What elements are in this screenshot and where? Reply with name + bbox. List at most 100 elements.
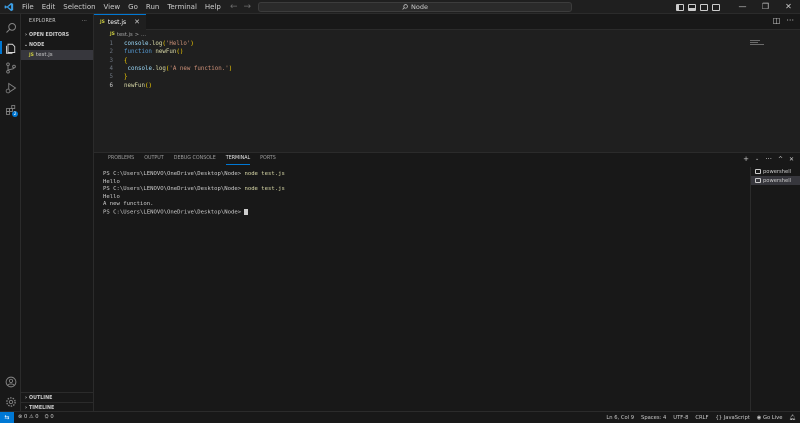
command-center-search[interactable]: Node <box>258 2 572 12</box>
panel-tabs: PROBLEMS OUTPUT DEBUG CONSOLE TERMINAL PORTS <box>94 153 800 165</box>
terminal-output[interactable]: PS C:\Users\LENOVO\OneDrive\Desktop\Node… <box>103 171 285 217</box>
code-line[interactable]: 6 newFun() <box>94 81 800 89</box>
terminal-line: A new function. <box>103 201 154 208</box>
code-line[interactable]: 5} <box>94 73 800 81</box>
chevron-down-icon[interactable]: ⌄ <box>755 156 759 162</box>
more-actions-icon[interactable]: ··· <box>786 16 794 25</box>
back-arrow-icon[interactable]: ← <box>230 2 238 12</box>
extensions-icon[interactable]: 2 <box>3 102 18 117</box>
javascript-file-icon: JS <box>110 32 115 37</box>
encoding-status[interactable]: UTF-8 <box>673 415 688 421</box>
search-icon[interactable] <box>3 20 18 35</box>
javascript-file-icon: JS <box>29 52 34 58</box>
extensions-badge: 2 <box>12 111 18 117</box>
explorer-title: EXPLORER <box>29 18 56 24</box>
line-number: 6 <box>109 82 114 89</box>
settings-gear-icon[interactable] <box>3 394 18 409</box>
terminal-line: PS C:\Users\LENOVO\OneDrive\Desktop\Node… <box>103 208 285 217</box>
status-bar: ⇆ ⊗ 0 ⚠ 0 ⛭ 0 Ln 6, Col 9 Spaces: 4 UTF-… <box>0 411 800 423</box>
new-terminal-plus-icon[interactable]: + <box>743 155 749 163</box>
cursor-position[interactable]: Ln 6, Col 9 <box>606 415 634 421</box>
explorer-icon[interactable] <box>0 40 18 55</box>
layout-controls <box>676 0 720 14</box>
restore-button[interactable]: ❐ <box>754 0 777 14</box>
terminal-icon <box>755 169 761 174</box>
close-panel-icon[interactable]: ✕ <box>789 156 794 163</box>
editor-actions: ◫ ··· <box>773 16 794 25</box>
minimize-button[interactable]: — <box>731 0 754 14</box>
menu-item-go[interactable]: Go <box>124 0 142 14</box>
explorer-more-actions-icon[interactable]: ··· <box>82 19 87 24</box>
tab-ports[interactable]: PORTS <box>255 153 281 165</box>
code-line[interactable]: 2 function newFun() <box>94 48 800 56</box>
run-debug-icon[interactable] <box>3 80 18 95</box>
terminal-cursor <box>244 208 248 215</box>
close-window-button[interactable]: ✕ <box>777 0 800 14</box>
antenna-icon: ⛭ <box>44 414 49 420</box>
code-line[interactable]: 3{ <box>94 57 800 65</box>
warning-icon: ⚠ <box>28 414 34 420</box>
tab-label: test.js <box>107 19 127 26</box>
file-label: test.js <box>35 52 53 58</box>
go-live-button[interactable]: ◉ Go Live <box>757 415 783 421</box>
toggle-secondary-sidebar-icon[interactable] <box>700 3 708 11</box>
folder-node-section[interactable]: ⌄ NODE <box>21 40 93 50</box>
breadcrumb-separator: > <box>134 31 140 38</box>
breadcrumb-more[interactable]: ... <box>141 32 146 38</box>
breadcrumb-file[interactable]: test.js <box>117 32 133 38</box>
toggle-primary-sidebar-icon[interactable] <box>676 3 684 11</box>
tab-output[interactable]: OUTPUT <box>139 153 169 165</box>
explorer-header: EXPLORER ··· <box>21 14 93 28</box>
account-icon[interactable] <box>3 374 18 389</box>
code-line[interactable]: 1 console.log('Hello') <box>94 40 800 48</box>
notifications-bell-icon[interactable]: 🔔︎ <box>789 415 796 421</box>
eol-status[interactable]: CRLF <box>695 415 708 421</box>
file-item-test-js[interactable]: JS test.js <box>21 50 93 60</box>
ports-status[interactable]: ⛭ 0 <box>45 414 54 421</box>
javascript-file-icon: JS <box>100 20 105 25</box>
tab-problems[interactable]: PROBLEMS <box>103 153 139 165</box>
code-text: console.log('A new function.') <box>127 66 233 73</box>
source-control-icon[interactable] <box>3 60 18 75</box>
menu-bar: File Edit Selection View Go Run Terminal Help <box>18 0 225 14</box>
terminal-list: powershell powershell <box>750 167 800 412</box>
code-text: function newFun() <box>124 49 184 56</box>
explorer-sidebar: EXPLORER ··· › OPEN EDITORS ⌄ NODE JS te… <box>21 14 94 411</box>
forward-arrow-icon[interactable]: → <box>244 2 252 12</box>
menu-item-run[interactable]: Run <box>142 0 163 14</box>
code-text: { <box>124 57 128 64</box>
problems-status[interactable]: ⊗ 0 ⚠ 0 <box>18 414 39 421</box>
customize-layout-icon[interactable] <box>712 3 720 11</box>
remote-indicator-icon[interactable]: ⇆ <box>0 411 14 423</box>
close-tab-icon[interactable]: ✕ <box>134 18 140 26</box>
vscode-logo-icon <box>0 0 18 14</box>
minimap[interactable] <box>750 40 764 48</box>
menu-item-file[interactable]: File <box>18 0 38 14</box>
bottom-panel: PROBLEMS OUTPUT DEBUG CONSOLE TERMINAL PORTS… <box>94 152 800 412</box>
line-number: 2 <box>109 49 114 56</box>
terminal-instance[interactable]: powershell <box>751 176 800 185</box>
code-line[interactable]: 4 console.log('A new function.') <box>94 65 800 73</box>
menu-item-view[interactable]: View <box>100 0 125 14</box>
terminal-instance[interactable]: powershell <box>751 167 800 176</box>
tab-debug-console[interactable]: DEBUG CONSOLE <box>169 153 221 165</box>
toggle-panel-icon[interactable] <box>688 3 696 11</box>
menu-item-terminal[interactable]: Terminal <box>163 0 201 14</box>
editor-area: JS test.js ✕ ◫ ··· JS test.js > ... 1 con… <box>94 14 800 152</box>
tab-test-js[interactable]: JS test.js ✕ <box>94 14 146 30</box>
line-number: 5 <box>109 74 114 81</box>
maximize-panel-icon[interactable]: ^ <box>778 156 783 163</box>
menu-item-help[interactable]: Help <box>201 0 225 14</box>
split-editor-icon[interactable]: ◫ <box>773 16 781 25</box>
indentation-status[interactable]: Spaces: 4 <box>641 415 666 421</box>
tab-terminal[interactable]: TERMINAL <box>221 153 255 165</box>
menu-item-edit[interactable]: Edit <box>38 0 60 14</box>
open-editors-section[interactable]: › OPEN EDITORS <box>21 30 93 40</box>
breadcrumb: JS test.js > ... <box>94 30 800 39</box>
menu-item-selection[interactable]: Selection <box>59 0 99 14</box>
line-number: 3 <box>109 57 114 64</box>
language-mode[interactable]: {} JavaScript <box>716 415 750 421</box>
code-text: } <box>124 74 128 81</box>
code-editor[interactable]: 1 console.log('Hello') 2 function newFun() 3… <box>94 40 800 90</box>
more-actions-icon[interactable]: ··· <box>765 155 772 163</box>
